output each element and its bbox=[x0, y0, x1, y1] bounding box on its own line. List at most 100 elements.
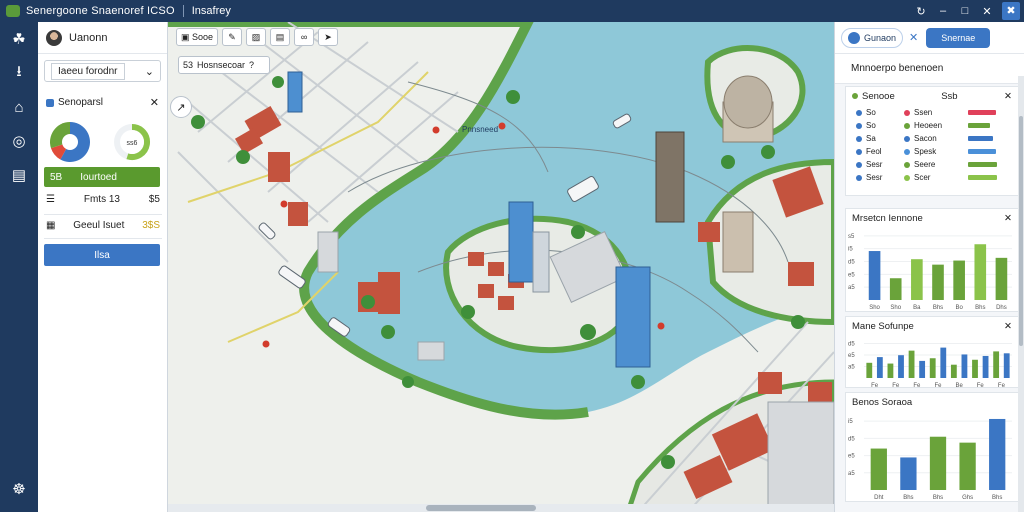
pie-charts-svg: ss6 bbox=[50, 122, 150, 162]
map-tool-edit[interactable]: ✎ bbox=[222, 28, 243, 46]
x-tick-label: Bhs bbox=[992, 495, 1002, 501]
gauge-value: ss6 bbox=[127, 140, 138, 147]
user-header[interactable]: Uanonn bbox=[38, 22, 167, 54]
map-view[interactable]: ▣ Sooe ✎ ▨ ▤ ∞ ➤ 53 Hosnsecoar ? ↗ Pnnsn… bbox=[168, 22, 834, 512]
map-tool-link[interactable]: ∞ bbox=[294, 28, 315, 46]
x-tick-label: Bo bbox=[955, 305, 963, 311]
layer-name: So bbox=[866, 108, 876, 117]
search-suffix: ? bbox=[249, 60, 255, 70]
bar bbox=[932, 264, 944, 300]
close-icon[interactable]: ✕ bbox=[1004, 321, 1012, 332]
close-icon[interactable]: ✕ bbox=[909, 31, 918, 44]
layers-icon[interactable]: ▤ bbox=[0, 158, 38, 192]
maximize-button[interactable]: □ bbox=[954, 5, 976, 17]
layers-box-header: Senooe Ssb ✕ bbox=[846, 87, 1018, 106]
layer-row[interactable]: So Heoeen bbox=[846, 119, 1018, 132]
network-icon[interactable]: ☘ bbox=[0, 22, 38, 56]
window-controls: ↻ – □ ✕ ✖ bbox=[910, 0, 1024, 22]
x-tick-label: Fe bbox=[913, 383, 921, 389]
metric-row[interactable]: ▦ Geeul Isuet 3$S bbox=[46, 220, 160, 231]
filter-chip[interactable]: Gunaon bbox=[841, 27, 904, 48]
app-badge-icon[interactable]: ✖ bbox=[1002, 2, 1020, 20]
home-icon[interactable]: ⌂ bbox=[0, 90, 38, 124]
primary-button[interactable]: Ilsa bbox=[44, 244, 160, 266]
bar bbox=[900, 457, 917, 490]
minimize-button[interactable]: – bbox=[932, 5, 954, 17]
layer-type: Spesk bbox=[914, 147, 937, 156]
map-tool-table[interactable]: ▤ bbox=[270, 28, 291, 46]
y-tick-label: d5 bbox=[848, 341, 855, 347]
layer-name: Sa bbox=[866, 134, 876, 143]
horizontal-scrollbar[interactable] bbox=[168, 504, 834, 512]
chevron-down-icon[interactable]: ⌄ bbox=[145, 65, 154, 78]
vertical-scrollbar[interactable] bbox=[1018, 76, 1024, 512]
layer-row-type: Ssen bbox=[904, 108, 968, 117]
green-action-button[interactable]: 5B Iourtoed bbox=[44, 167, 160, 187]
layer-dot-icon bbox=[856, 122, 862, 129]
primary-action-button[interactable]: Snernae bbox=[926, 27, 991, 48]
stats-icon bbox=[46, 98, 54, 107]
y-tick-label: e5 bbox=[848, 272, 855, 278]
y-tick-label: a5 bbox=[848, 285, 855, 291]
layer-row[interactable]: Sa Sacon bbox=[846, 132, 1018, 145]
view-select[interactable]: Iaeeu forodnr ⌄ bbox=[44, 60, 161, 82]
layer-row[interactable]: Sesr Seere bbox=[846, 158, 1018, 171]
x-tick-label: Fe bbox=[934, 383, 942, 389]
layer-bar bbox=[968, 175, 997, 180]
metric-label: Geeul Isuet bbox=[73, 220, 125, 231]
green-button-code: 5B bbox=[50, 171, 63, 183]
x-tick-label: Sho bbox=[890, 305, 901, 311]
layer-row-label: Sesr bbox=[856, 160, 904, 169]
settings-icon[interactable]: ☸ bbox=[0, 472, 38, 506]
share-icon: ➤ bbox=[324, 31, 332, 42]
layer-color-icon bbox=[904, 109, 910, 116]
map-search[interactable]: 53 Hosnsecoar ? bbox=[178, 56, 270, 74]
layer-row-type: Sacon bbox=[904, 134, 968, 143]
metric-row[interactable]: ☰ Fmts 13 $5 bbox=[46, 194, 160, 205]
layer-row[interactable]: So Ssen bbox=[846, 106, 1018, 119]
map-toolbar: ▣ Sooe ✎ ▨ ▤ ∞ ➤ bbox=[176, 28, 339, 46]
layer-type: Scer bbox=[914, 173, 931, 182]
scrollbar-thumb[interactable] bbox=[426, 505, 536, 511]
bar bbox=[876, 357, 883, 378]
chip-label: Gunaon bbox=[864, 32, 897, 43]
layer-tool-icon: ▣ bbox=[181, 31, 193, 42]
map-tool-share[interactable]: ➤ bbox=[318, 28, 339, 46]
download-icon[interactable]: ⭳ bbox=[0, 56, 38, 90]
bar bbox=[929, 436, 947, 490]
map-tool-image[interactable]: ▨ bbox=[246, 28, 267, 46]
close-icon[interactable]: ✕ bbox=[1004, 91, 1012, 102]
close-icon[interactable]: ✕ bbox=[150, 96, 159, 109]
chart-3-header: Benos Soraoa bbox=[846, 393, 1018, 412]
place-label: Pnnsneed bbox=[462, 125, 499, 134]
stats-card-title: Senoparsl bbox=[58, 97, 104, 108]
metric-label: Fmts 13 bbox=[83, 194, 120, 205]
bar bbox=[953, 260, 965, 300]
avatar[interactable] bbox=[46, 29, 62, 46]
x-tick-label: Be bbox=[955, 383, 963, 389]
bar bbox=[961, 354, 968, 378]
bar bbox=[989, 418, 1006, 490]
chip-icon bbox=[848, 31, 860, 44]
layers-table: So Ssen So Heoeen Sa Sacon Feol Spesk Sesr Seere S… bbox=[846, 106, 1018, 184]
map-tool-layer[interactable]: ▣ Sooe bbox=[176, 28, 219, 46]
right-panel-toolbar: Gunaon ✕ Snernae bbox=[835, 22, 1024, 54]
layer-row-type: Scer bbox=[904, 173, 968, 182]
user-name: Uanonn bbox=[69, 31, 108, 44]
globe-icon[interactable]: ◎ bbox=[0, 124, 38, 158]
close-icon[interactable]: ✕ bbox=[1004, 213, 1012, 224]
map-canvas[interactable] bbox=[168, 22, 834, 512]
layer-row[interactable]: Sesr Scer bbox=[846, 171, 1018, 184]
compass-icon[interactable]: ↗ bbox=[170, 96, 192, 118]
layer-row[interactable]: Feol Spesk bbox=[846, 145, 1018, 158]
title-separator bbox=[182, 5, 184, 17]
y-tick-label: s5 bbox=[848, 234, 855, 240]
layer-type: Ssen bbox=[914, 108, 933, 117]
layer-type: Heoeen bbox=[914, 121, 943, 130]
dome-building bbox=[722, 75, 774, 143]
sync-icon[interactable]: ↻ bbox=[910, 5, 932, 18]
scrollbar-thumb[interactable] bbox=[1019, 116, 1023, 346]
window-subtitle: Insafrey bbox=[191, 5, 231, 17]
list-icon: ☰ bbox=[46, 194, 55, 205]
close-button[interactable]: ✕ bbox=[976, 5, 998, 18]
